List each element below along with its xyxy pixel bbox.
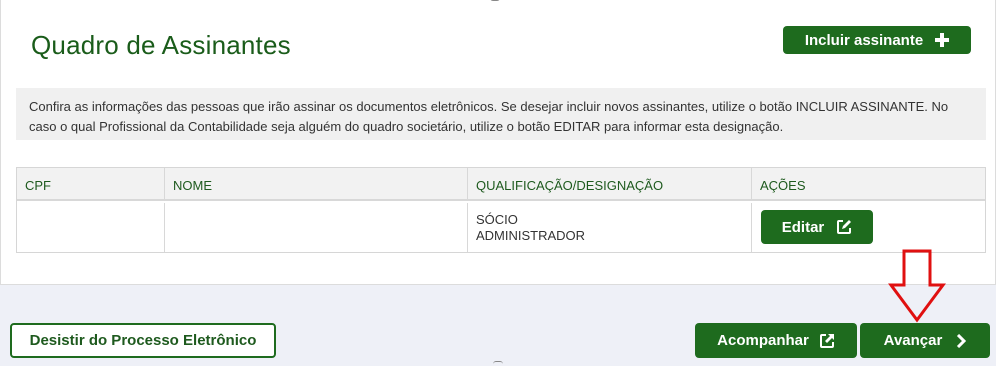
next-button[interactable]: Avançar: [860, 323, 990, 358]
plus-icon: [935, 33, 950, 47]
scroll-hint-bottom-icon: [493, 361, 503, 364]
cell-nome: [165, 203, 468, 252]
edit-label: Editar: [781, 218, 825, 236]
edit-button[interactable]: Editar: [761, 210, 873, 244]
info-message: Confira as informações das pessoas que i…: [16, 88, 986, 140]
follow-label: Acompanhar: [717, 332, 809, 349]
signers-panel: Quadro de Assinantes Incluir assinante C…: [0, 0, 996, 285]
signers-table: CPF NOME QUALIFICAÇÃO/DESIGNAÇÃO AÇÕES S…: [16, 167, 986, 253]
column-header-nome: NOME: [165, 168, 468, 201]
follow-button[interactable]: Acompanhar: [695, 323, 857, 358]
cell-cpf: [17, 203, 165, 252]
qualificacao-line-2: ADMINISTRADOR: [476, 228, 586, 243]
info-text: Confira as informações das pessoas que i…: [29, 99, 949, 134]
column-header-qualificacao: QUALIFICAÇÃO/DESIGNAÇÃO: [468, 168, 752, 201]
column-header-acoes: AÇÕES: [760, 178, 806, 193]
chevron-right-icon: [956, 333, 967, 348]
include-signer-button[interactable]: Incluir assinante: [783, 26, 971, 54]
external-link-icon: [819, 333, 835, 349]
include-signer-label: Incluir assinante: [804, 31, 924, 49]
qualificacao-line-1: SÓCIO: [476, 212, 518, 227]
edit-square-icon: [836, 219, 852, 235]
withdraw-label: Desistir do Processo Eletrônico: [29, 332, 257, 349]
table-row: SÓCIO ADMINISTRADOR Editar: [17, 203, 985, 252]
page-title: Quadro de Assinantes: [31, 30, 291, 60]
withdraw-process-button[interactable]: Desistir do Processo Eletrônico: [10, 323, 276, 358]
next-label: Avançar: [883, 332, 943, 349]
table-header: CPF NOME QUALIFICAÇÃO/DESIGNAÇÃO AÇÕES: [17, 168, 985, 201]
cell-qualificacao: SÓCIO ADMINISTRADOR: [468, 203, 752, 252]
column-header-cpf: CPF: [17, 168, 165, 201]
red-down-arrow-icon: [888, 249, 946, 323]
cell-actions: Editar: [752, 203, 985, 252]
